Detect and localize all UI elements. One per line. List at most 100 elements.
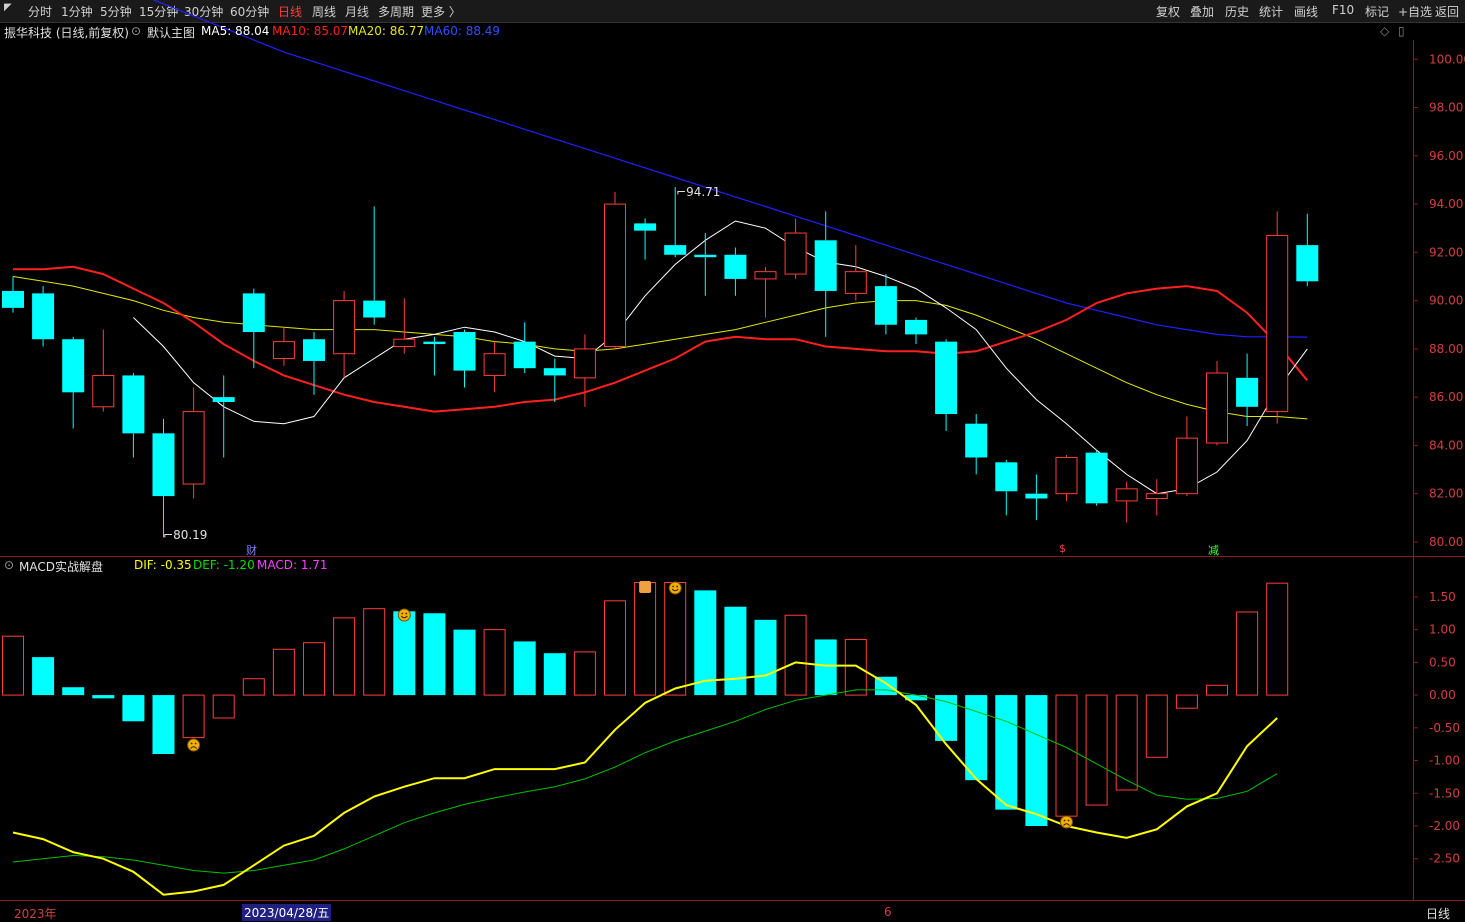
price-tick-label: 82.00: [1429, 487, 1463, 501]
kline-chart[interactable]: 100.00 98.00 96.00 94.00 92.00 90.00 88.00 86.0…: [0, 0, 1465, 921]
sad-face-icon: [1060, 815, 1073, 829]
smile-face-icon: [397, 608, 411, 622]
macd-bar: [995, 695, 1018, 810]
candle-body: [92, 374, 115, 408]
smile-face-icon-eye: [676, 585, 679, 588]
indicator-toggle-icon[interactable]: ⊙: [131, 24, 141, 38]
sad-face-icon-eye: [194, 742, 197, 745]
candle-body: [1115, 488, 1138, 502]
panel-layout-icon[interactable]: ▯: [1398, 24, 1405, 38]
price-tick-label: 92.00: [1429, 245, 1463, 259]
macd-bar: [2, 635, 24, 696]
macd-bar: [62, 687, 85, 696]
candle-body: [2, 290, 24, 308]
candle-body: [242, 293, 265, 332]
macd-bar: [604, 600, 626, 696]
candle-body: [62, 339, 85, 393]
main-indicator-name[interactable]: 默认主图: [147, 24, 195, 41]
macd-bar: [1206, 684, 1228, 696]
axis-year-label: 2023年: [14, 907, 57, 921]
sad-face-icon-eye: [190, 742, 193, 745]
macd-bar: [784, 614, 807, 696]
candle-body: [272, 341, 295, 360]
sad-face-icon: [187, 738, 201, 752]
macd-bar: [1145, 694, 1168, 758]
macd-bar: [182, 694, 205, 739]
macd-bar: [965, 695, 988, 781]
reduce-marker[interactable]: 减: [1208, 542, 1219, 558]
candle-body: [32, 293, 55, 340]
candle-body: [333, 300, 356, 355]
candle-body: [814, 240, 837, 291]
price-tick-label: 96.00: [1429, 149, 1463, 163]
macd-bar: [1266, 582, 1289, 696]
macd-bar: [122, 695, 145, 722]
macd-toggle-icon[interactable]: ⊙: [4, 558, 14, 572]
macd-bar: [513, 641, 536, 696]
smile-face-icon-eye: [672, 585, 675, 588]
macd-tick-label: 0.00: [1429, 688, 1456, 702]
price-tick-label: 84.00: [1429, 438, 1463, 452]
macd-bar: [483, 629, 506, 696]
candle-body: [1025, 493, 1048, 499]
candle-body: [453, 331, 476, 371]
macd-tick-label: -2.50: [1429, 852, 1460, 866]
macd-bar: [333, 617, 356, 696]
candle-body: [212, 397, 235, 402]
candle-body: [604, 203, 626, 347]
candle-body: [905, 319, 927, 335]
candle-body: [874, 286, 897, 325]
candle-body: [363, 300, 386, 318]
dollar-marker[interactable]: $: [1059, 542, 1066, 555]
ma20-value: MA20: 86.77: [348, 24, 425, 38]
candle-body: [1055, 456, 1078, 495]
macd-tick-label: -1.50: [1429, 786, 1460, 800]
candle-body: [694, 254, 717, 258]
macd-tick-label: 0.50: [1429, 655, 1456, 669]
ma60-line: [152, 0, 1308, 338]
candle-body: [1236, 377, 1259, 407]
macd-indicator-name[interactable]: MACD实战解盘: [19, 558, 103, 575]
ma10-value: MA10: 85.07: [272, 24, 349, 38]
candle-body: [423, 341, 446, 345]
macd-bar: [303, 642, 325, 696]
macd-bar: [453, 629, 476, 696]
candle-body: [995, 462, 1018, 492]
axis-month-label: 6: [884, 905, 892, 919]
price-tick-label: 88.00: [1429, 342, 1463, 356]
dif-value: DIF: -0.35: [134, 558, 192, 572]
macd-bar: [152, 695, 175, 754]
smile-face-icon-eye: [401, 612, 404, 615]
def-value: DEF: -1.20: [193, 558, 255, 572]
candle-body: [1296, 245, 1319, 282]
macd-tick-label: -2.00: [1429, 819, 1460, 833]
candle-body: [1145, 493, 1168, 499]
period-indicator: 日线: [1426, 907, 1451, 921]
finance-marker[interactable]: 财: [246, 542, 257, 558]
diamond-icon[interactable]: ◇: [1380, 24, 1389, 38]
candle-body: [965, 423, 988, 458]
candle-body: [724, 254, 747, 279]
sad-face-icon-eye: [1063, 819, 1066, 822]
candle-body: [754, 271, 777, 280]
candle-body: [513, 341, 536, 369]
macd-bar: [724, 606, 747, 696]
macd-bar: [1055, 694, 1078, 817]
macd-bar: [1025, 695, 1048, 826]
macd-bar: [272, 648, 295, 696]
macd-bar: [32, 657, 55, 696]
macd-tick-label: 1.00: [1429, 623, 1456, 637]
candle-body: [844, 271, 867, 294]
macd-bar: [814, 639, 837, 696]
macd-bar: [634, 582, 657, 696]
price-tick-label: 86.00: [1429, 390, 1463, 404]
macd-tick-label: -1.00: [1429, 754, 1460, 768]
candle-body: [1206, 372, 1228, 444]
macd-value: MACD: 1.71: [257, 558, 328, 572]
macd-bar: [573, 651, 596, 696]
candle-body: [1085, 452, 1108, 504]
candle-body: [664, 245, 687, 255]
ma10-line: [13, 265, 1309, 413]
macd-tick-label: 1.50: [1429, 590, 1456, 604]
macd-bar: [1175, 694, 1198, 709]
